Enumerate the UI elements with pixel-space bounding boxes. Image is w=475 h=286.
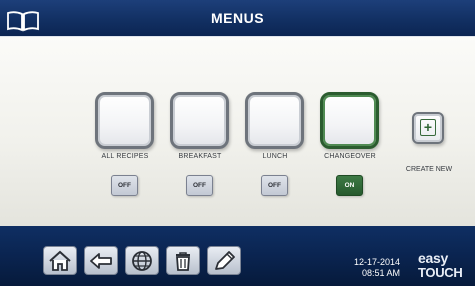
brand-logo-easy: easy <box>418 250 448 266</box>
header-bar: MENUS <box>0 0 475 36</box>
pencil-icon <box>211 250 237 272</box>
touch-screen: MENUS ALL RECIPES OFF BREAKFAST OFF LUNC… <box>0 0 475 286</box>
trash-icon <box>170 250 196 272</box>
language-button[interactable] <box>125 246 159 275</box>
menu-tile-all-recipes[interactable] <box>95 92 154 149</box>
menu-tile-label: CHANGEOVER <box>324 153 376 160</box>
menu-tile-label: ALL RECIPES <box>101 153 149 160</box>
toggle-breakfast[interactable]: OFF <box>186 175 213 196</box>
home-button[interactable] <box>43 246 77 275</box>
date-time-readout: 12-17-2014 08:51 AM <box>340 257 400 279</box>
menu-tile-breakfast[interactable] <box>170 92 229 149</box>
menu-tile-label: LUNCH <box>262 153 288 160</box>
delete-button[interactable] <box>166 246 200 275</box>
plus-icon: + <box>420 119 436 136</box>
back-button[interactable] <box>84 246 118 275</box>
date-text: 12-17-2014 <box>353 257 400 267</box>
globe-icon <box>129 250 155 272</box>
menu-tile-changeover[interactable] <box>320 92 379 149</box>
menus-panel <box>0 36 475 226</box>
time-text: 08:51 AM <box>361 268 400 278</box>
menu-tile-lunch[interactable] <box>245 92 304 149</box>
brand-logo-touch: TOUCH <box>418 265 463 280</box>
edit-button[interactable] <box>207 246 241 275</box>
toggle-changeover[interactable]: ON <box>336 175 363 196</box>
toggle-all-recipes[interactable]: OFF <box>111 175 138 196</box>
create-new-button[interactable]: + <box>412 112 444 144</box>
back-arrow-icon <box>88 250 114 272</box>
home-icon <box>47 250 73 272</box>
toggle-lunch[interactable]: OFF <box>261 175 288 196</box>
create-new-label: CREATE NEW <box>405 166 453 173</box>
page-title: MENUS <box>210 10 265 26</box>
menu-tile-label: BREAKFAST <box>178 153 222 160</box>
